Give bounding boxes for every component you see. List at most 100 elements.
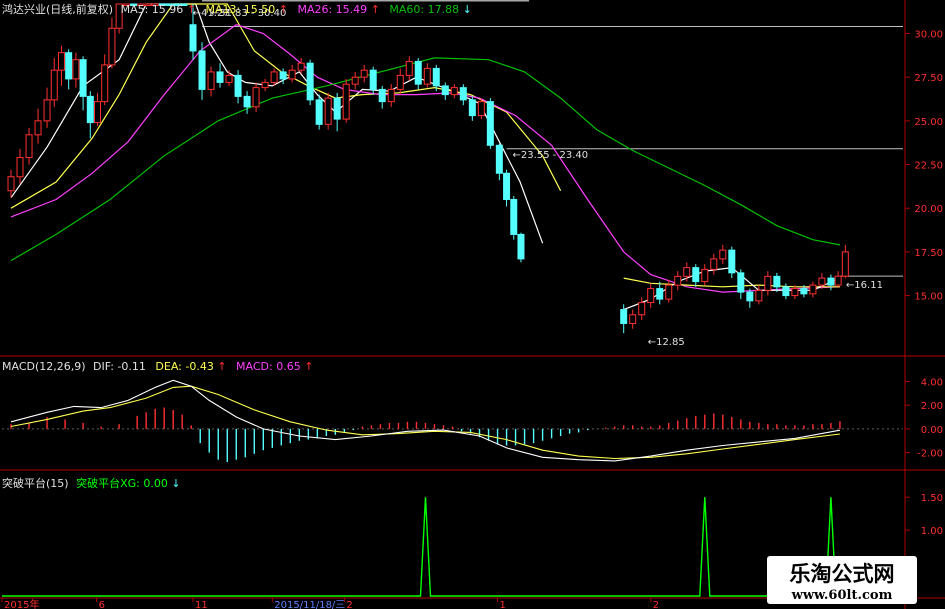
candle-body [297,62,305,71]
candle-body [728,249,736,274]
candle-body [800,288,808,295]
candle-body [450,87,458,96]
ma13-arrow: ↑ [278,3,288,16]
x-tick-label: 11 [195,600,208,609]
candle-body [261,81,269,89]
candle-body [342,83,350,120]
candle-body [683,267,691,277]
candle-body [198,50,206,90]
ma5-label: MA5: 15.96 [120,3,184,16]
candle-body [809,284,817,295]
x-tick-label: 6 [99,600,105,609]
macd-tick-label: 2.00 [921,401,943,412]
candle-body [216,71,224,83]
watermark-url: www.60lt.com [791,588,893,603]
macd-tick-label: -2.00 [917,449,943,460]
breakout-tick-label: 1.00 [921,526,943,537]
macd-header: MACD(12,26,9) DIF: -0.11 DEA: -0.43 ↑ MA… [2,360,313,373]
candle-body [503,172,511,200]
price-tick-label: 15.00 [914,292,943,303]
price-header: 鸿达兴业(日线,前复权) MA5: 15.96 ↑ MA13: 15.50 ↑ … [2,1,472,17]
candle-body [108,27,116,66]
candle-body [252,87,260,108]
dea-label: DEA: -0.43 [155,360,214,373]
macd-tick-label: 4.00 [921,377,943,388]
candle-body [441,85,449,96]
dif-line [10,379,840,462]
x-tick-label: 2 [346,600,352,609]
breakout-title: 突破平台(15) [2,477,69,490]
candle-body [189,24,197,52]
x-tick-label: 2015/11/18/三 [274,600,345,609]
candle-body [378,88,386,103]
candle-body [387,88,395,103]
watermark-logo: 乐淘公式网 www.60lt.com [767,556,917,604]
candle-body [86,95,94,124]
candle-body [369,69,377,90]
candle-body [834,275,842,286]
candle-body [234,74,242,97]
candle-body [459,87,467,101]
price-tick-label: 25.00 [914,117,943,128]
price-panel: ←41.27←31.83 - 30.40←23.55 - 23.40←12.85… [7,0,903,348]
candle-body [270,71,278,83]
candle-body [101,64,109,103]
candle-body [710,258,718,270]
candle-body [656,288,664,300]
candle-body [405,60,413,76]
candle-body [333,97,341,120]
macd-tick-label: 0.00 [921,425,943,436]
candle-body [351,76,359,85]
y-axis-layer: 15.00 17.50 20.00 22.50 25.00 27.50 30.00 -2.00… [905,29,943,537]
watermark-name: 乐淘公式网 [789,562,895,586]
x-tick-label: 2015年 [4,598,39,609]
candle-body [510,198,518,235]
candle-body [7,176,15,192]
candle-body [396,74,404,90]
candle-body [423,67,431,85]
ma26-arrow: ↑ [370,3,380,16]
candle-body [243,95,251,108]
candle-body [665,284,673,300]
chart-stage: ←41.27←31.83 - 30.40←23.55 - 23.40←12.85… [0,0,945,609]
ma-line-ma60 [10,57,841,262]
breakout-tick-label: 1.50 [921,493,943,504]
candle-body [34,120,42,136]
candle-body [50,69,58,101]
candle-body [495,144,503,174]
candle-body [486,101,494,146]
candle-body [620,309,628,325]
macd-label: MACD: 0.65 [236,360,301,373]
candle-body [468,99,476,117]
grid-layer [0,0,945,609]
candle-body [65,52,73,80]
x-tick-label: 2 [653,600,659,609]
x-tick-label: 1 [500,600,506,609]
candle-body [746,291,754,302]
candle-body [782,286,790,297]
ma60-label: MA60: 17.88 [389,3,460,16]
breakout-header: 突破平台(15) 突破平台XG: 0.00 ↓ [2,475,181,491]
candle-body [72,59,80,80]
candle-body [755,289,763,302]
candle-body [288,69,296,80]
candle-body [647,288,655,304]
ma13-label: MA13: 15.50 [205,3,276,16]
candle-body [773,275,781,288]
candle-body [674,275,682,286]
dea-arrow: ↑ [217,360,227,373]
candle-body [737,272,745,293]
candle-body [16,157,24,178]
candle-body [629,314,637,325]
dif-label: DIF: -0.11 [93,360,146,373]
candle-body [432,67,440,87]
x-axis-layer: 2015年 6 11 2015/11/18/三 2 1 2 [1,598,659,609]
ma26-label: MA26: 15.49 [297,3,368,16]
candle-body [719,249,727,260]
candle-body [315,99,323,125]
candle-body [638,302,646,316]
candle-body [94,101,102,124]
candle-body [279,71,287,80]
candle-body [360,69,368,78]
price-annotation: ←12.85 [648,337,685,348]
